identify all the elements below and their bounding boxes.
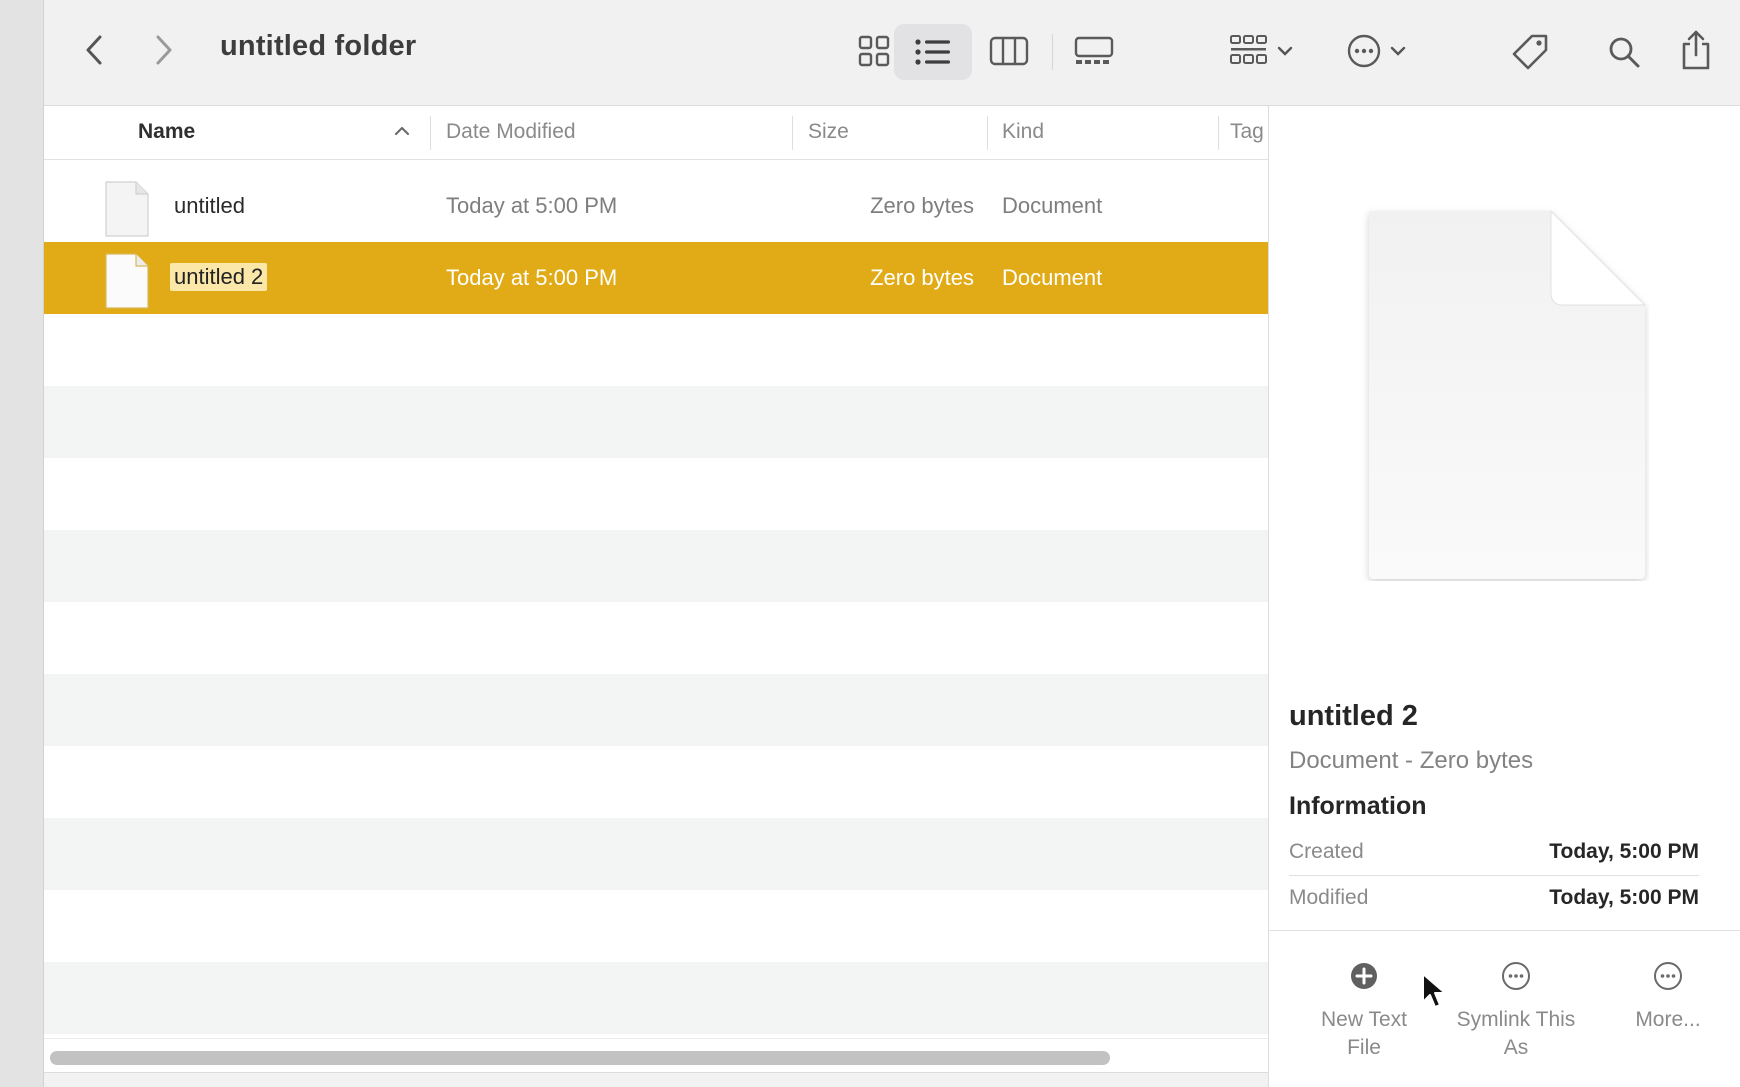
sort-ascending-icon[interactable] [394, 126, 410, 136]
symlink-this-as-button[interactable]: Symlink This As [1441, 961, 1591, 1062]
document-icon [105, 181, 149, 237]
file-date: Today at 5:00 PM [446, 193, 618, 218]
share-button[interactable] [1674, 26, 1718, 74]
back-button[interactable] [74, 30, 114, 70]
new-text-file-button[interactable]: New Text File [1289, 961, 1439, 1062]
created-value: Today, 5:00 PM [1549, 840, 1699, 863]
empty-row [44, 674, 1268, 746]
new-text-file-label: New Text File [1321, 1008, 1407, 1059]
symlink-this-as-label: Symlink This As [1456, 1008, 1576, 1059]
preview-subtitle: Document - Zero bytes [1289, 747, 1534, 774]
group-button[interactable] [1216, 24, 1306, 78]
column-divider[interactable] [987, 116, 988, 150]
share-icon [1682, 30, 1710, 70]
column-kind-header[interactable]: Kind [1002, 120, 1044, 144]
preview-pane: untitled 2 Document - Zero bytes Informa… [1268, 106, 1740, 1087]
file-size: Zero bytes [870, 193, 974, 218]
horizontal-scroll-thumb[interactable] [50, 1051, 1110, 1065]
list-view-button[interactable] [894, 24, 972, 80]
list-view-icon [915, 39, 950, 65]
forward-button[interactable] [144, 30, 184, 70]
empty-row [44, 314, 1268, 386]
modified-value: Today, 5:00 PM [1549, 886, 1699, 909]
tag-icon [1512, 34, 1548, 70]
more-actions-icon [1347, 34, 1381, 68]
file-name-edit-field[interactable]: untitled 2 [170, 263, 268, 291]
empty-row [44, 962, 1268, 1034]
column-view-button[interactable] [979, 24, 1039, 78]
empty-row [44, 818, 1268, 890]
column-view-icon [989, 36, 1029, 66]
information-heading: Information [1289, 792, 1427, 820]
created-label: Created [1289, 840, 1364, 863]
plus-circle-icon [1351, 963, 1377, 989]
column-tags-header[interactable]: Tag [1230, 120, 1264, 144]
icon-view-icon [858, 35, 890, 67]
chevron-down-icon [1277, 46, 1293, 56]
toolbar-divider [1052, 34, 1053, 70]
modified-label: Modified [1289, 886, 1369, 909]
group-icon [1230, 35, 1267, 64]
more-label: More... [1635, 1008, 1701, 1031]
finder-window: untitled folder Name Date Modified Size … [44, 0, 1740, 1087]
column-divider[interactable] [792, 116, 793, 150]
ellipsis-circle-icon [1502, 962, 1530, 990]
quick-actions: New Text File Symlink This As More... [1269, 930, 1740, 1087]
status-bar [44, 1072, 1268, 1087]
empty-row [44, 890, 1268, 962]
gallery-view-button[interactable] [1062, 24, 1126, 78]
empty-row [44, 746, 1268, 818]
tag-button[interactable] [1506, 28, 1554, 76]
modified-row: Modified Today, 5:00 PM [1289, 876, 1699, 922]
gallery-view-icon [1074, 36, 1114, 64]
more-button[interactable]: More... [1593, 961, 1740, 1034]
column-header: Name Date Modified Size Kind Tag [44, 106, 1268, 160]
window-title: untitled folder [220, 30, 417, 62]
file-kind: Document [1002, 193, 1103, 218]
ellipsis-circle-icon [1654, 962, 1682, 990]
column-divider[interactable] [430, 116, 431, 150]
chevron-right-icon [156, 35, 172, 65]
more-actions-button[interactable] [1331, 24, 1421, 78]
mouse-cursor-icon [1422, 973, 1446, 1008]
empty-row [44, 386, 1268, 458]
preview-title: untitled 2 [1289, 700, 1418, 732]
file-list: Name Date Modified Size Kind Tag untitle… [44, 106, 1268, 1087]
column-size-header[interactable]: Size [808, 120, 849, 144]
search-button[interactable] [1602, 30, 1646, 74]
toolbar: untitled folder [44, 0, 1740, 106]
chevron-left-icon [86, 35, 102, 65]
chevron-down-icon [1390, 46, 1406, 56]
created-row: Created Today, 5:00 PM [1289, 830, 1699, 876]
file-size: Zero bytes [870, 265, 974, 290]
file-row-selected[interactable]: untitled 2 Today at 5:00 PM Zero bytes D… [44, 242, 1268, 314]
document-icon [105, 253, 149, 309]
empty-row [44, 602, 1268, 674]
sidebar-edge [0, 0, 44, 1087]
document-preview-icon [1369, 209, 1647, 579]
empty-row [44, 530, 1268, 602]
file-kind: Document [1002, 265, 1103, 290]
search-icon [1609, 37, 1640, 68]
column-name-header[interactable]: Name [138, 120, 195, 144]
empty-row [44, 458, 1268, 530]
file-row[interactable]: untitled Today at 5:00 PM Zero bytes Doc… [44, 170, 1268, 242]
column-date-header[interactable]: Date Modified [446, 120, 576, 144]
file-name: untitled [174, 193, 245, 218]
column-divider[interactable] [1218, 116, 1219, 150]
file-date: Today at 5:00 PM [446, 265, 618, 290]
